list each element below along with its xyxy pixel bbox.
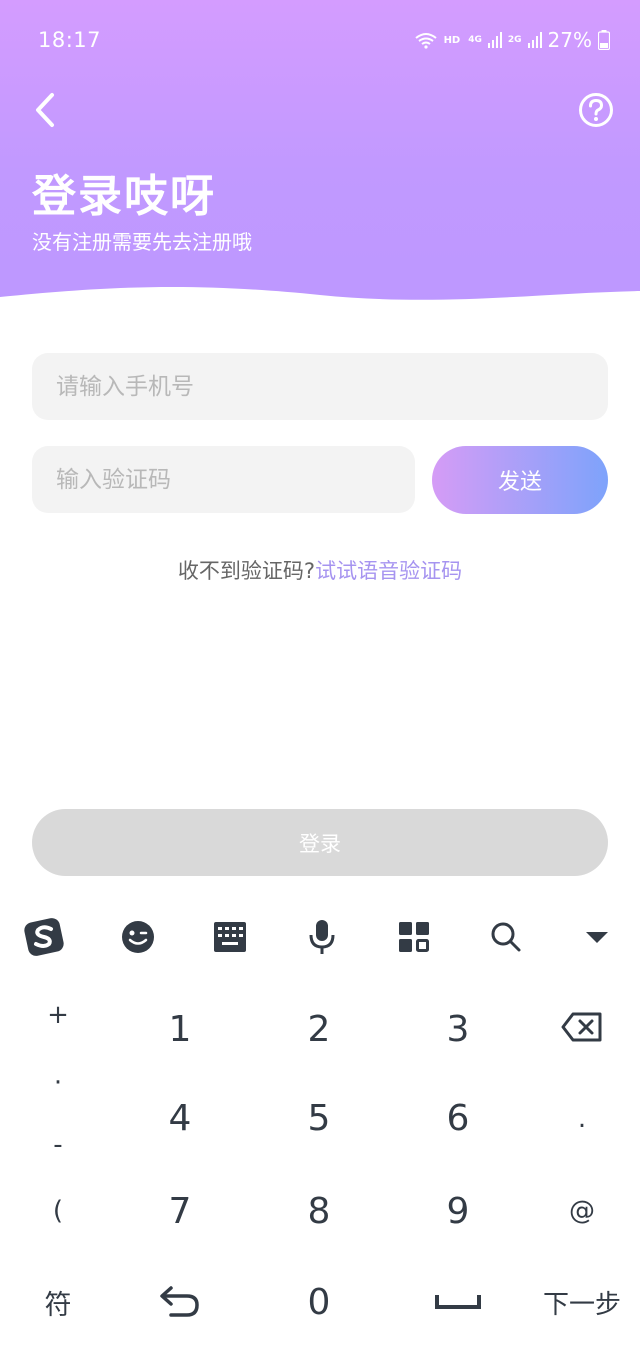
key-2[interactable]: 2 bbox=[269, 999, 369, 1059]
voice-code-prompt: 收不到验证码? bbox=[177, 559, 316, 583]
status-bar: 18:17 HD 4G 2G 27% bbox=[0, 28, 640, 54]
space-icon[interactable] bbox=[418, 1279, 498, 1325]
signal-icon-2 bbox=[527, 32, 542, 48]
symbols-key[interactable]: 符 bbox=[18, 1279, 98, 1325]
voice-code-row: 收不到验证码?试试语音验证码 bbox=[0, 555, 640, 585]
back-icon[interactable] bbox=[28, 88, 68, 132]
key-4[interactable]: 4 bbox=[130, 1088, 230, 1148]
grid-icon[interactable] bbox=[392, 915, 436, 959]
key-paren[interactable]: ( bbox=[18, 1191, 98, 1231]
key-5[interactable]: 5 bbox=[269, 1088, 369, 1148]
key-1[interactable]: 1 bbox=[130, 999, 230, 1059]
header: 18:17 HD 4G 2G 27% 登录吱呀 没有注册需要先去注册哦 bbox=[0, 0, 640, 310]
battery-icon bbox=[598, 30, 610, 50]
search-icon[interactable] bbox=[484, 915, 528, 959]
key-minus[interactable]: - bbox=[18, 1125, 98, 1165]
key-plus[interactable]: + bbox=[18, 995, 98, 1035]
hd-label: HD bbox=[443, 34, 461, 46]
network-2g-label: 2G bbox=[507, 35, 522, 45]
keyboard-icon[interactable] bbox=[208, 915, 252, 959]
status-time: 18:17 bbox=[38, 28, 102, 52]
key-0[interactable]: 0 bbox=[269, 1272, 369, 1332]
send-code-button[interactable]: 发送 bbox=[432, 446, 608, 514]
key-3[interactable]: 3 bbox=[408, 999, 508, 1059]
keyboard: + · - ( 1 2 3 4 5 6 7 8 9 0 . @ 符 下一步 bbox=[0, 895, 640, 1351]
login-button[interactable]: 登录 bbox=[32, 809, 608, 876]
voice-code-link[interactable]: 试试语音验证码 bbox=[315, 559, 462, 583]
collapse-icon[interactable] bbox=[575, 915, 619, 959]
key-dot[interactable]: · bbox=[18, 1063, 98, 1103]
key-9[interactable]: 9 bbox=[408, 1181, 508, 1241]
network-4g-label: 4G bbox=[468, 35, 482, 45]
next-step-key[interactable]: 下一步 bbox=[532, 1279, 632, 1325]
page-title: 登录吱呀 bbox=[32, 171, 216, 222]
emoji-icon[interactable] bbox=[116, 915, 160, 959]
signal-icon bbox=[487, 32, 502, 48]
return-icon[interactable] bbox=[140, 1279, 220, 1325]
help-icon[interactable] bbox=[578, 92, 614, 128]
key-period[interactable]: . bbox=[542, 1099, 622, 1139]
wifi-icon bbox=[414, 33, 437, 49]
verification-code-input[interactable] bbox=[32, 446, 415, 513]
phone-input[interactable] bbox=[32, 353, 608, 420]
header-wave bbox=[0, 286, 640, 310]
key-8[interactable]: 8 bbox=[269, 1181, 369, 1241]
key-6[interactable]: 6 bbox=[408, 1088, 508, 1148]
battery-percent: 27% bbox=[547, 28, 592, 52]
status-right: HD 4G 2G 27% bbox=[414, 28, 610, 52]
sogou-logo-icon[interactable] bbox=[23, 915, 67, 959]
mic-icon[interactable] bbox=[300, 915, 344, 959]
key-7[interactable]: 7 bbox=[130, 1181, 230, 1241]
backspace-icon[interactable] bbox=[542, 999, 622, 1055]
key-at[interactable]: @ bbox=[542, 1191, 622, 1231]
page-subtitle: 没有注册需要先去注册哦 bbox=[32, 230, 252, 254]
